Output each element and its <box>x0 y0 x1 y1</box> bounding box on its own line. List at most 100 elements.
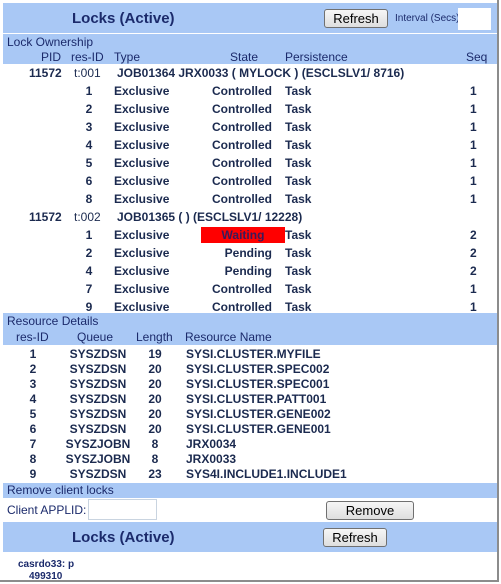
remove-locks-label: Remove client locks <box>7 483 114 497</box>
length: 20 <box>148 377 162 391</box>
res-id: 7 <box>29 437 37 451</box>
lock-type: Exclusive <box>114 192 170 206</box>
owner-row: 11572 t:001 JOB01364 JRX0033 ( MYLOCK ) (E… <box>0 65 497 83</box>
res-id: 4 <box>85 138 93 152</box>
lock-type: Exclusive <box>114 174 170 188</box>
res-id: 4 <box>85 264 93 278</box>
queue: SYSZJOBN <box>65 452 131 466</box>
length: 8 <box>151 437 159 451</box>
job-info: JOB01365 ( ) (ESCLSLV1/ 12228) <box>117 210 303 224</box>
seq: 1 <box>470 282 477 296</box>
pid: 11572 <box>29 210 62 224</box>
seq: 1 <box>470 102 477 116</box>
persistence: Task <box>285 84 312 98</box>
length: 19 <box>148 347 162 361</box>
col-pid: PID <box>41 50 62 64</box>
lock-type: Exclusive <box>114 264 170 278</box>
lock-state: Controlled <box>212 138 272 152</box>
lock-state: Controlled <box>212 102 272 116</box>
refresh-button[interactable]: Refresh <box>324 9 388 28</box>
res-id: 1 <box>85 228 93 242</box>
persistence: Task <box>285 156 312 170</box>
client-applid-input[interactable] <box>88 499 157 520</box>
resource-name: SYSI.CLUSTER.MYFILE <box>186 347 321 361</box>
resource-row: 9 SYSZDSN 23 SYS4I.INCLUDE1.INCLUDE1 <box>0 467 497 482</box>
persistence: Task <box>285 264 312 278</box>
lock-row: 5 Exclusive Controlled Task 1 <box>0 155 497 173</box>
owner-row: 11572 t:002 JOB01365 ( ) (ESCLSLV1/ 12228) <box>0 209 497 227</box>
queue: SYSZDSN <box>69 347 127 361</box>
lock-type: Exclusive <box>114 120 170 134</box>
col-state: State <box>230 50 259 64</box>
lock-state: Controlled <box>212 120 272 134</box>
seq: 2 <box>470 264 477 278</box>
lock-ownership-label: Lock Ownership <box>7 35 94 49</box>
persistence: Task <box>285 174 312 188</box>
lock-type: Exclusive <box>114 138 170 152</box>
lock-row: 6 Exclusive Controlled Task 1 <box>0 173 497 191</box>
col-resource-name: Resource Name <box>185 330 272 344</box>
length: 20 <box>148 362 162 376</box>
lock-ownership-header: Lock Ownership PID res-ID Type State Per… <box>3 34 497 64</box>
host-name: casrdo33: p <box>18 559 75 570</box>
queue: SYSZDSN <box>69 392 127 406</box>
lock-state: Controlled <box>212 174 272 188</box>
res-id: 8 <box>85 192 93 206</box>
pid: 11572 <box>29 66 62 80</box>
remove-locks-header: Remove client locks <box>3 483 497 498</box>
resource-name: SYSI.CLUSTER.GENE002 <box>186 407 331 421</box>
seq: 1 <box>470 84 477 98</box>
persistence: Task <box>285 120 312 134</box>
lock-row: 8 Exclusive Controlled Task 1 <box>0 191 497 209</box>
length: 20 <box>148 422 162 436</box>
length: 20 <box>148 407 162 421</box>
host-id: 499310 <box>29 571 63 582</box>
footer-refresh-button[interactable]: Refresh <box>323 528 387 547</box>
res-id: 1 <box>85 84 93 98</box>
page-title: Locks (Active) <box>72 10 175 27</box>
resource-row: 2 SYSZDSN 20 SYSI.CLUSTER.SPEC002 <box>0 362 497 377</box>
queue: SYSZJOBN <box>65 437 131 451</box>
lock-state: Controlled <box>212 156 272 170</box>
res-id: 8 <box>29 452 37 466</box>
seq: 1 <box>470 120 477 134</box>
queue: SYSZDSN <box>69 407 127 421</box>
resource-row: 3 SYSZDSN 20 SYSI.CLUSTER.SPEC001 <box>0 377 497 392</box>
res-id: 1 <box>29 347 37 361</box>
col-res-id: res-ID <box>16 330 49 344</box>
seq: 1 <box>470 156 477 170</box>
resource-name: JRX0034 <box>186 437 237 451</box>
lock-type: Exclusive <box>114 300 170 314</box>
length: 23 <box>148 467 162 481</box>
lock-row: 4 Exclusive Pending Task 2 <box>0 263 497 281</box>
lock-state: Controlled <box>212 282 272 296</box>
lock-state: Controlled <box>212 192 272 206</box>
resource-details-header: Resource Details res-ID Queue Length Res… <box>3 313 497 345</box>
res-id: 2 <box>85 246 93 260</box>
lock-type: Exclusive <box>114 246 170 260</box>
col-persistence: Persistence <box>285 50 348 64</box>
header-bar: Locks (Active) Refresh Interval (Secs) <box>3 3 497 33</box>
persistence: Task <box>285 282 312 296</box>
interval-input[interactable] <box>458 8 491 30</box>
footer-title: Locks (Active) <box>72 529 175 546</box>
persistence: Task <box>285 138 312 152</box>
lock-row: 7 Exclusive Controlled Task 1 <box>0 281 497 299</box>
resource-name: SYSI.CLUSTER.SPEC001 <box>186 377 330 391</box>
lock-type: Exclusive <box>114 84 170 98</box>
lock-row: 3 Exclusive Controlled Task 1 <box>0 119 497 137</box>
lock-state: Controlled <box>212 300 272 314</box>
task-id: t:001 <box>74 66 101 80</box>
lock-state: Controlled <box>212 84 272 98</box>
resource-row: 7 SYSZJOBN 8 JRX0034 <box>0 437 497 452</box>
resource-details-label: Resource Details <box>7 314 99 328</box>
lock-type: Exclusive <box>114 228 170 242</box>
lock-row: 2 Exclusive Controlled Task 1 <box>0 101 497 119</box>
remove-locks-button[interactable]: Remove Locks <box>326 501 414 535</box>
col-res-id: res-ID <box>71 50 104 64</box>
res-id: 9 <box>85 300 93 314</box>
length: 20 <box>148 392 162 406</box>
resource-name: JRX0033 <box>186 452 237 466</box>
resource-name: SYSI.CLUSTER.PATT001 <box>186 392 327 406</box>
lock-row: 1 Exclusive Waiting Task 2 <box>0 227 497 245</box>
